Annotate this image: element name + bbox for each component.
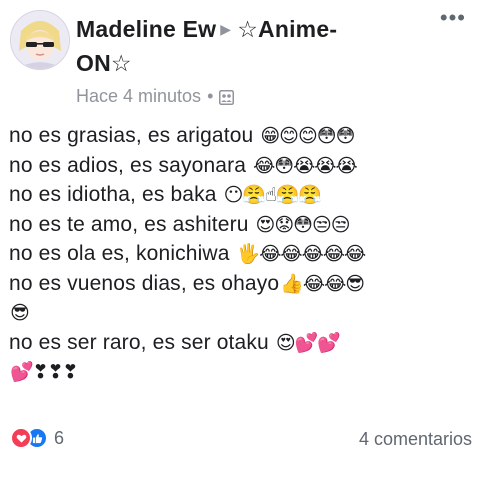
line-emoji: 😶😤☝😤😤 bbox=[223, 185, 322, 206]
more-options-button[interactable]: ••• bbox=[440, 7, 466, 29]
line-text: no es grasias, es arigatou bbox=[9, 124, 260, 147]
separator-dot: • bbox=[207, 86, 214, 106]
post-line: no es te amo, es ashiteru 😍😟😳😒😒 bbox=[9, 210, 471, 240]
post-body: no es grasias, es arigatou 😁😊😊😳😳 no es a… bbox=[9, 121, 471, 387]
line-text: no es adios, es sayonara bbox=[9, 153, 253, 177]
arrow-right-icon: ▶ bbox=[220, 21, 232, 37]
group-audience-icon bbox=[219, 89, 235, 105]
author-avatar[interactable] bbox=[10, 10, 70, 70]
line-emoji: 🖐😂😂😂😂😂 bbox=[236, 244, 367, 265]
line-emoji: 😍💕💕 bbox=[275, 332, 341, 354]
post-line: no es vuenos dias, es ohayo👍😂😂😎 bbox=[9, 269, 471, 299]
post-line: no es ola es, konichiwa 🖐😂😂😂😂😂 bbox=[9, 239, 471, 269]
line-emoji: 😂😳😭😭😭 bbox=[253, 155, 358, 177]
line-emoji: 👍😂😂😎 bbox=[280, 273, 365, 295]
author-name[interactable]: Madeline Ew bbox=[76, 16, 216, 42]
line-emoji: 💕❣❣❣ bbox=[10, 362, 78, 383]
group-name-continued[interactable]: ON☆ bbox=[76, 50, 132, 76]
avatar-image bbox=[11, 11, 69, 69]
line-text: no es ser raro, es ser otaku bbox=[9, 330, 275, 354]
post-footer: 6 4 comentarios bbox=[0, 425, 480, 455]
line-text: no es ola es, konichiwa bbox=[9, 242, 236, 265]
post-line: no es idiotha, es baka 😶😤☝😤😤 bbox=[9, 180, 471, 210]
line-emoji: 😍😟😳😒😒 bbox=[255, 214, 351, 236]
post-meta: Hace 4 minutos • bbox=[76, 86, 235, 107]
comments-count-link[interactable]: 4 comentarios bbox=[359, 429, 472, 450]
post-header: Madeline Ew ▶ ☆Anime- ON☆ ••• Hace 4 minut… bbox=[0, 0, 480, 110]
line-text: no es vuenos dias, es ohayo bbox=[9, 271, 280, 295]
post-line: 😎 bbox=[9, 298, 471, 328]
love-reaction-icon bbox=[10, 427, 32, 449]
line-emoji: 😎 bbox=[10, 303, 30, 324]
post-line: 💕❣❣❣ bbox=[9, 357, 471, 387]
reaction-count[interactable]: 6 bbox=[54, 428, 64, 449]
line-emoji: 😁😊😊😳😳 bbox=[260, 126, 355, 147]
line-text: no es idiotha, es baka bbox=[9, 183, 223, 206]
reactions-summary[interactable]: 6 bbox=[10, 427, 64, 449]
line-text: no es te amo, es ashiteru bbox=[9, 212, 255, 236]
post-line: no es grasias, es arigatou 😁😊😊😳😳 bbox=[9, 121, 471, 151]
group-name[interactable]: ☆Anime- bbox=[237, 16, 337, 42]
post-line: no es adios, es sayonara 😂😳😭😭😭 bbox=[9, 151, 471, 181]
post-timestamp[interactable]: Hace 4 minutos bbox=[76, 86, 201, 107]
post-line: no es ser raro, es ser otaku 😍💕💕 bbox=[9, 328, 471, 358]
post-title: Madeline Ew ▶ ☆Anime- ON☆ bbox=[76, 14, 406, 79]
